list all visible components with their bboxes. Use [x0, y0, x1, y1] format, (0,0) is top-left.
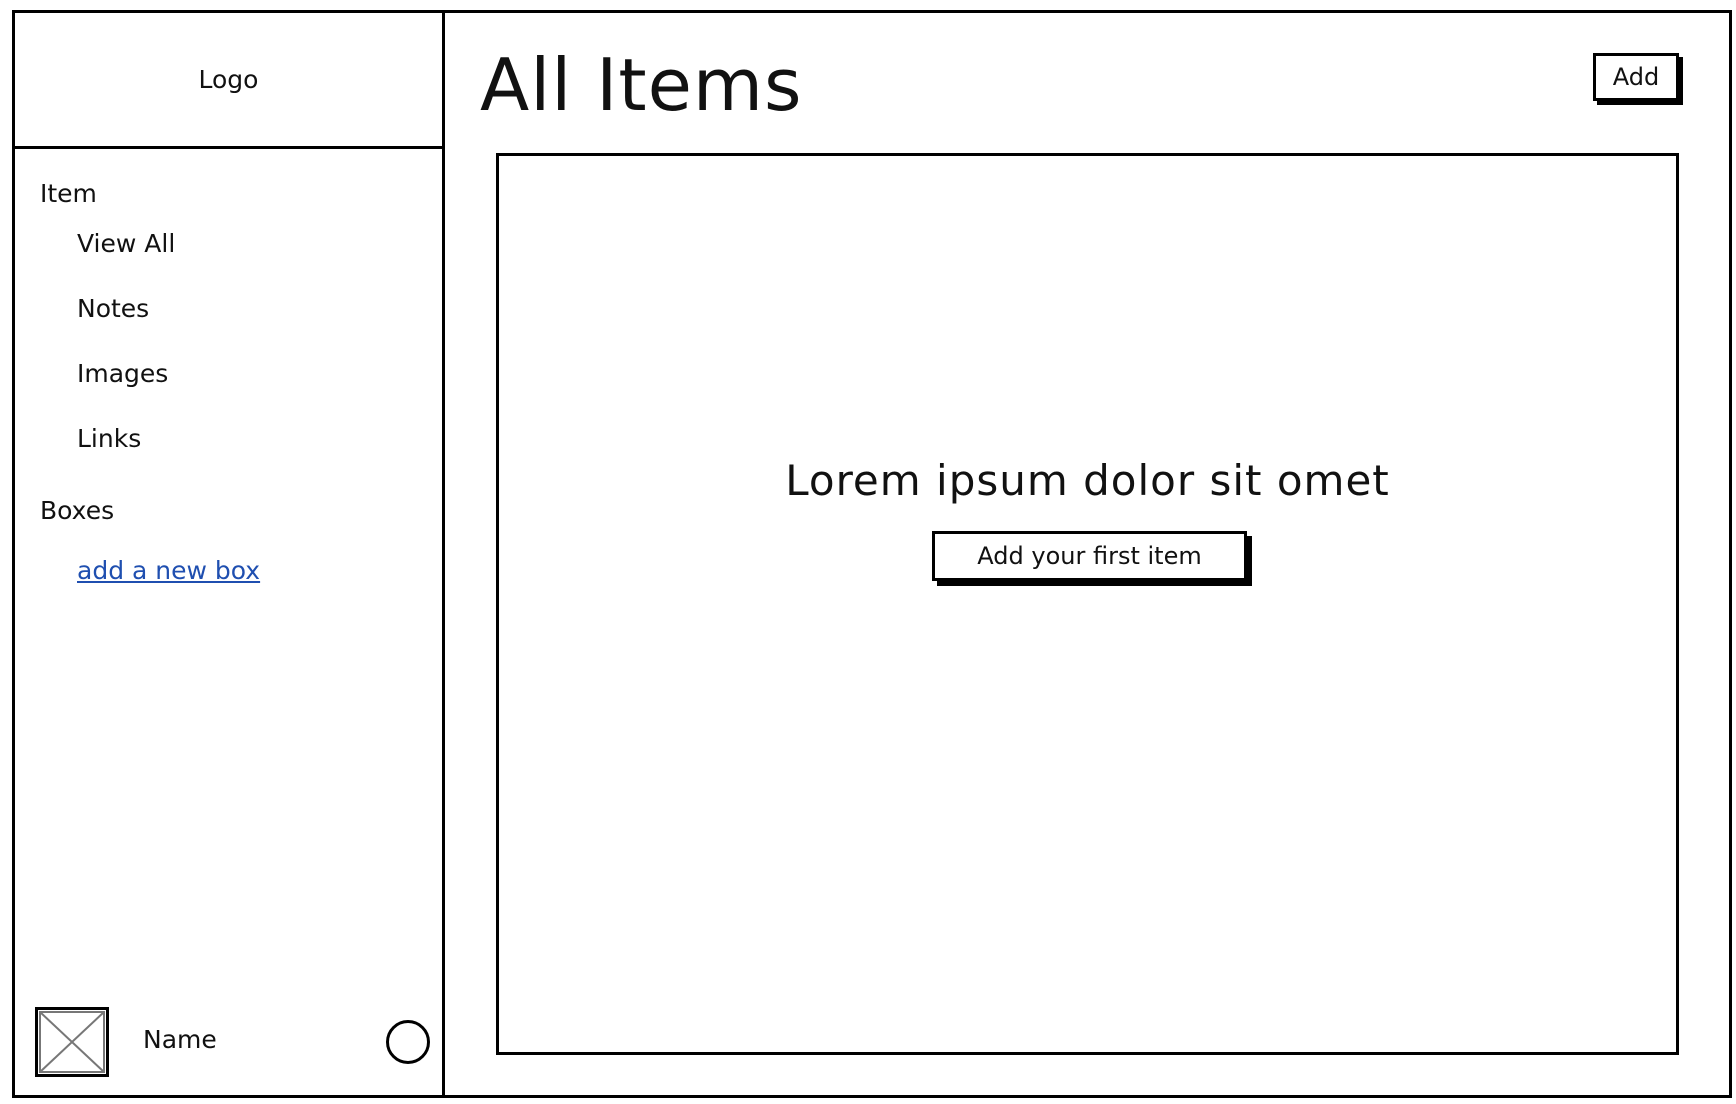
user-profile[interactable]: Name: [35, 1007, 430, 1077]
items-panel: Lorem ipsum dolor sit omet Add your firs…: [496, 153, 1679, 1055]
add-first-item-button[interactable]: Add your first item: [932, 531, 1247, 581]
sidebar: Logo Item View All Notes Images Links Bo…: [15, 13, 445, 1095]
sidebar-section-boxes: Boxes: [40, 496, 115, 525]
logo-label: Logo: [198, 65, 259, 94]
user-name: Name: [143, 1025, 217, 1054]
add-new-box-link[interactable]: add a new box: [77, 556, 260, 585]
empty-state-message: Lorem ipsum dolor sit omet: [785, 456, 1390, 505]
page-title: All Items: [480, 43, 803, 127]
sidebar-item-images[interactable]: Images: [77, 359, 168, 388]
sidebar-item-notes[interactable]: Notes: [77, 294, 149, 323]
main-content: All Items Add Lorem ipsum dolor sit omet…: [448, 13, 1729, 1095]
app-frame: Logo Item View All Notes Images Links Bo…: [12, 10, 1732, 1098]
circle-icon[interactable]: [386, 1020, 430, 1064]
add-button[interactable]: Add: [1593, 53, 1679, 101]
image-placeholder-icon: [35, 1007, 109, 1077]
logo[interactable]: Logo: [15, 13, 442, 149]
sidebar-item-view-all[interactable]: View All: [77, 229, 175, 258]
sidebar-section-item: Item: [40, 179, 97, 208]
sidebar-item-links[interactable]: Links: [77, 424, 141, 453]
